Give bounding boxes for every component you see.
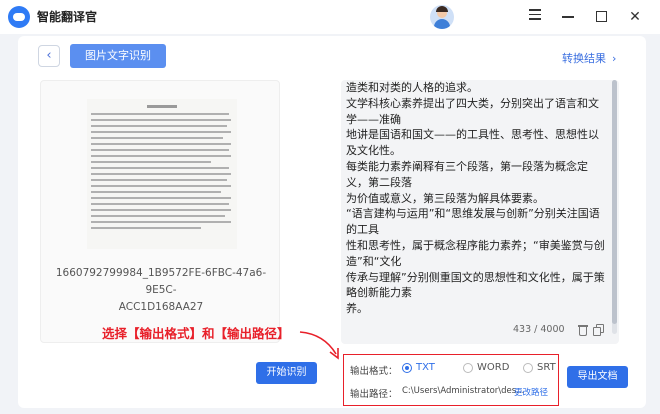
chevron-left-icon: ‹ <box>46 48 52 63</box>
annotation-arrow-icon <box>299 331 339 360</box>
main-card: ‹ 图片文字识别 转换结果 › 1660792799984_1B9572FE-6… <box>18 36 646 408</box>
chevron-right-icon: › <box>612 52 617 65</box>
radio-unchecked-icon <box>523 362 533 373</box>
scroll-thumb[interactable] <box>612 80 617 324</box>
export-document-button[interactable]: 导出文档 <box>567 366 628 388</box>
radio-unchecked-icon <box>463 362 473 373</box>
start-recognition-button[interactable]: 开始识别 <box>256 362 317 384</box>
output-path-label: 输出路径： <box>350 389 398 400</box>
trash-icon[interactable] <box>577 324 589 336</box>
ocr-result-text[interactable]: 造类和对类的人格的追求。 文学科核心素养提出了四大类，分别突出了语言和文学——准… <box>346 80 608 317</box>
output-options-box: 输出格式： TXT WORD SRT 输出路径： C:\Users\Admini… <box>343 354 559 406</box>
close-icon[interactable]: ✕ <box>624 6 646 28</box>
output-path-value: C:\Users\Administrator\des... <box>402 386 525 396</box>
app-logo-icon <box>8 6 30 28</box>
convert-result-link[interactable]: 转换结果 › <box>562 50 616 66</box>
format-srt-label: SRT <box>537 362 556 373</box>
back-button[interactable]: ‹ <box>38 45 60 67</box>
user-avatar[interactable] <box>430 5 454 29</box>
image-filename: 1660792799984_1B9572FE-6FBC-47a6-9E5C- A… <box>41 265 279 316</box>
image-preview-panel: 1660792799984_1B9572FE-6FBC-47a6-9E5C- A… <box>40 80 280 343</box>
format-option-txt[interactable]: TXT <box>402 362 435 373</box>
filename-line-1: 1660792799984_1B9572FE-6FBC-47a6-9E5C- <box>55 267 267 296</box>
change-path-link[interactable]: 更改路径 <box>514 386 548 398</box>
document-thumbnail <box>87 99 237 249</box>
char-count: 433 / 4000 <box>513 324 565 335</box>
scrollbar[interactable] <box>612 80 617 334</box>
annotation-label: 选择【输出格式】和【输出路径】 <box>102 326 290 341</box>
tab-image-ocr[interactable]: 图片文字识别 <box>70 44 166 68</box>
format-word-label: WORD <box>477 362 510 373</box>
title-bar: 智能翻译官 ✕ <box>0 0 660 34</box>
avatar-body <box>434 19 450 29</box>
radio-checked-icon <box>402 362 412 373</box>
format-option-word[interactable]: WORD <box>463 362 509 373</box>
format-option-srt[interactable]: SRT <box>523 362 556 373</box>
format-txt-label: TXT <box>416 362 435 373</box>
maximize-icon[interactable] <box>590 6 612 28</box>
convert-result-label: 转换结果 <box>562 52 606 65</box>
menu-icon[interactable] <box>524 6 546 28</box>
filename-line-2: ACC1D168AA27 <box>118 301 204 313</box>
app-title: 智能翻译官 <box>37 10 98 24</box>
avatar-hair <box>436 6 448 12</box>
ocr-result-panel[interactable]: 造类和对类的人格的追求。 文学科核心素养提出了四大类，分别突出了语言和文学——准… <box>341 80 619 344</box>
minimize-icon[interactable] <box>557 6 579 28</box>
copy-icon[interactable] <box>593 324 605 336</box>
output-format-label: 输出格式： <box>350 366 398 377</box>
